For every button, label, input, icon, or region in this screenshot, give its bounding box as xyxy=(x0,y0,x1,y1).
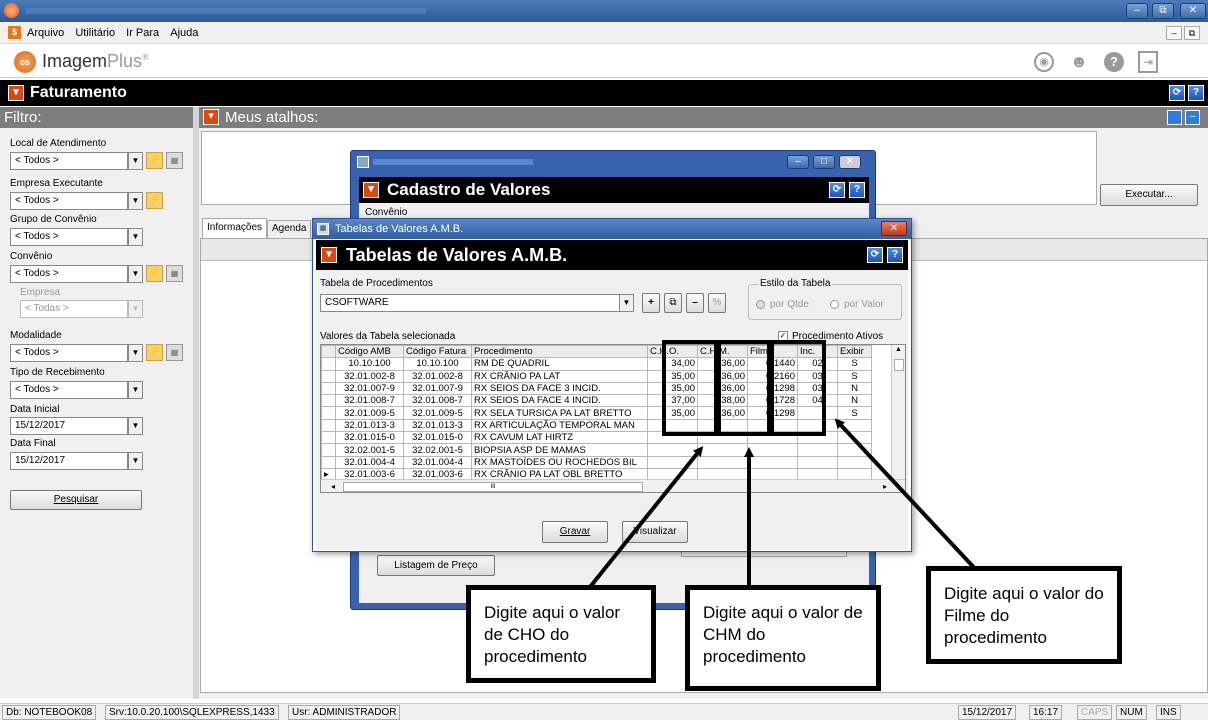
callout-cho: Digite aqui o valor de CHO do procedimen… xyxy=(466,585,656,683)
callout-filme: Digite aqui o valor do Filme do procedim… xyxy=(926,566,1122,664)
status-usr: Usr: ADMINISTRADOR xyxy=(288,705,401,720)
arrow-cho xyxy=(584,446,704,594)
status-num: NUM xyxy=(1116,705,1147,720)
status-time: 16:17 xyxy=(1029,705,1063,720)
status-db: Db: NOTEBOOK08 xyxy=(2,705,97,720)
status-ins: INS xyxy=(1156,705,1181,720)
status-srv: Srv:10.0.20.100\SQLEXPRESS,1433 xyxy=(105,705,279,720)
arrow-filme xyxy=(834,418,982,576)
status-caps: CAPS xyxy=(1077,705,1113,720)
status-date: 15/12/2017 xyxy=(958,705,1017,720)
callout-chm: Digite aqui o valor de CHM do procedimen… xyxy=(685,585,881,691)
